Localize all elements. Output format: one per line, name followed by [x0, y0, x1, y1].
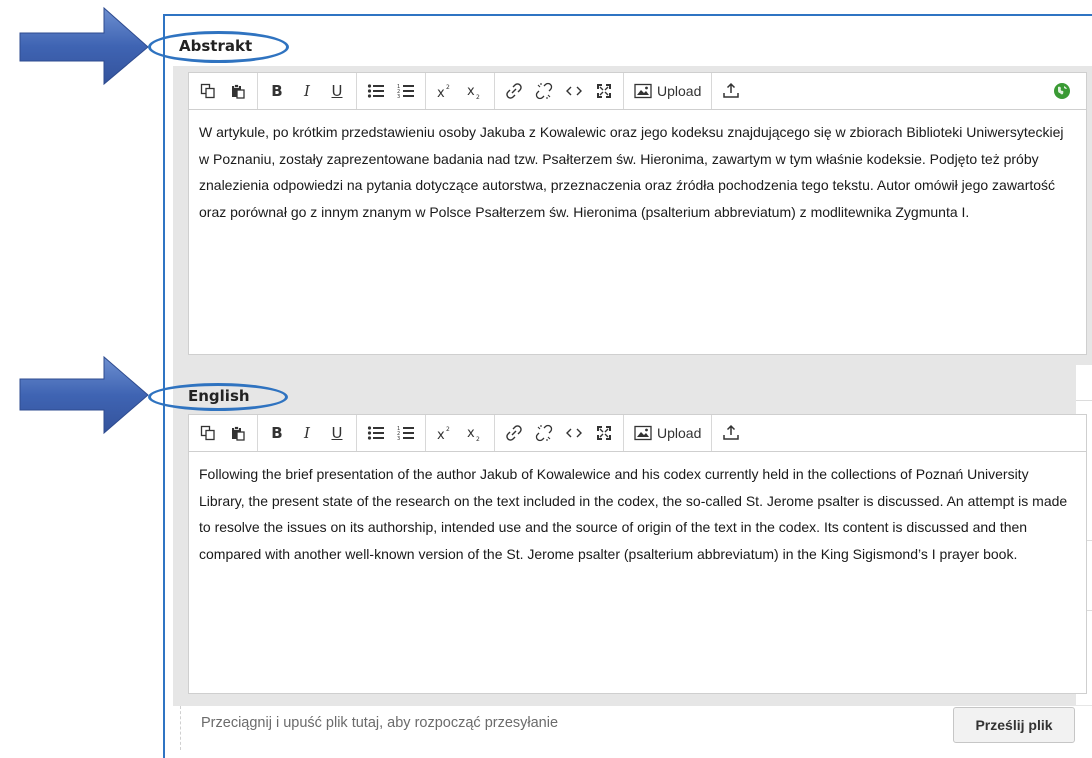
upload-file-button[interactable]: Prześlij plik [953, 707, 1075, 743]
upload-label: Upload [657, 425, 702, 441]
italic-icon[interactable]: I [292, 76, 322, 106]
upload-image-button[interactable]: Upload [628, 83, 707, 99]
svg-text:x: x [467, 84, 475, 99]
image-upload-icon [634, 425, 652, 441]
annotation-arrow-english [19, 355, 149, 435]
svg-text:2: 2 [476, 94, 480, 99]
toolbar-group-format: B I U [258, 73, 357, 109]
image-upload-icon [634, 83, 652, 99]
toolbar-group-insert [712, 73, 750, 109]
italic-icon[interactable]: I [292, 418, 322, 448]
toolbar-group-clipboard [189, 415, 258, 451]
bold-icon[interactable]: B [262, 418, 292, 448]
toolbar-group-upload: Upload [624, 73, 713, 109]
bullet-list-icon[interactable] [361, 76, 391, 106]
unlink-icon[interactable] [529, 76, 559, 106]
fullscreen-icon[interactable] [589, 418, 619, 448]
english-label: English [188, 387, 250, 405]
toolbar-group-lists: 123 [357, 415, 426, 451]
toolbar-group-upload: Upload [624, 415, 713, 451]
paste-icon[interactable] [223, 76, 253, 106]
link-icon[interactable] [499, 76, 529, 106]
toolbar-group-clipboard [189, 73, 258, 109]
paste-icon[interactable] [223, 418, 253, 448]
superscript-icon[interactable]: x2 [430, 76, 460, 106]
bullet-list-icon[interactable] [361, 418, 391, 448]
toolbar-group-insert [712, 415, 750, 451]
underline-icon[interactable]: U [322, 76, 352, 106]
insert-file-icon[interactable] [716, 76, 746, 106]
upload-image-button[interactable]: Upload [628, 425, 707, 441]
svg-text:2: 2 [446, 426, 450, 433]
toolbar-group-links [495, 73, 624, 109]
link-icon[interactable] [499, 418, 529, 448]
bold-icon[interactable]: B [262, 76, 292, 106]
toolbar-group-lists: 123 [357, 73, 426, 109]
right-edge-divider [1076, 400, 1092, 401]
underline-icon[interactable]: U [322, 418, 352, 448]
upload-label: Upload [657, 83, 702, 99]
section-top-border [163, 14, 1092, 16]
toolbar-group-links [495, 415, 624, 451]
svg-text:2: 2 [476, 436, 480, 441]
english-editor-text[interactable]: Following the brief presentation of the … [189, 452, 1086, 567]
annotation-arrow-abstract [19, 6, 149, 86]
abstract-editor[interactable]: W artykule, po krótkim przedstawieniu os… [188, 109, 1087, 355]
section-left-border [163, 14, 165, 758]
code-icon[interactable] [559, 418, 589, 448]
toolbar-group-script: x2 x2 [426, 73, 495, 109]
abstract-editor-toolbar: B I U 123 x2 x2 Upload [188, 72, 1087, 110]
dropzone-instructions: Przeciągnij i upuść plik tutaj, aby rozp… [201, 715, 559, 731]
english-editor[interactable]: Following the brief presentation of the … [188, 451, 1087, 694]
globe-icon[interactable] [1054, 83, 1070, 99]
subscript-icon[interactable]: x2 [460, 418, 490, 448]
svg-text:x: x [437, 428, 445, 441]
subscript-icon[interactable]: x2 [460, 76, 490, 106]
svg-text:x: x [467, 426, 475, 441]
svg-text:2: 2 [446, 84, 450, 91]
code-icon[interactable] [559, 76, 589, 106]
numbered-list-icon[interactable]: 123 [391, 418, 421, 448]
abstract-label: Abstrakt [179, 37, 253, 55]
copy-icon[interactable] [193, 418, 223, 448]
english-editor-toolbar: B I U 123 x2 x2 Upload [188, 414, 1087, 452]
svg-text:x: x [437, 86, 445, 99]
unlink-icon[interactable] [529, 418, 559, 448]
numbered-list-icon[interactable]: 123 [391, 76, 421, 106]
copy-icon[interactable] [193, 76, 223, 106]
abstract-editor-text[interactable]: W artykule, po krótkim przedstawieniu os… [189, 110, 1086, 225]
svg-text:3: 3 [397, 436, 400, 441]
superscript-icon[interactable]: x2 [430, 418, 460, 448]
insert-file-icon[interactable] [716, 418, 746, 448]
toolbar-group-script: x2 x2 [426, 415, 495, 451]
svg-text:3: 3 [397, 94, 400, 99]
toolbar-group-format: B I U [258, 415, 357, 451]
fullscreen-icon[interactable] [589, 76, 619, 106]
